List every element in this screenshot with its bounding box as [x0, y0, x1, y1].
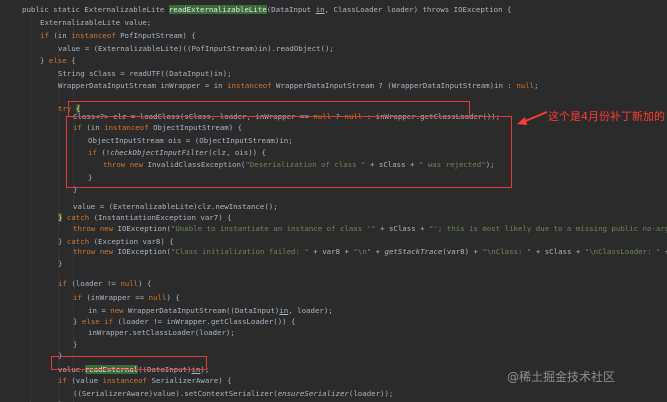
code-token: (var8) + — [442, 247, 483, 256]
annotation-note: 这个是4月份补丁新加的 — [548, 110, 665, 123]
code-token: SerializerAware) { — [147, 376, 232, 385]
code-token: WrapperDataInputStream ? (WrapperDataInp… — [271, 81, 517, 90]
code-token: throw new — [73, 247, 114, 256]
code-token: in — [315, 5, 325, 14]
code-token: instanceof — [102, 376, 148, 385]
code-token: public static ExternalizableLite — [22, 5, 169, 14]
code-token: "'; this is most likely due to a missing… — [429, 224, 667, 233]
code-token: ) { — [138, 279, 152, 288]
code-token: ensureSerializer — [277, 389, 349, 398]
code-token: if — [58, 376, 67, 385]
code-line[interactable]: } — [0, 397, 62, 402]
code-editor[interactable]: public static ExternalizableLite readExt… — [0, 0, 667, 402]
highlight-box-loadclass — [68, 101, 470, 117]
code-token: PofInputStream) { — [115, 31, 196, 40]
code-token: null — [120, 279, 139, 288]
code-token: instanceof — [71, 31, 116, 40]
code-token: ) { — [166, 293, 180, 302]
code-token: null — [148, 293, 167, 302]
code-token: "\n" — [353, 247, 372, 256]
code-token: WrapperDataInputStream inWrapper = in — [58, 81, 228, 90]
code-line[interactable]: throw new IOException("Class initializat… — [0, 244, 667, 259]
code-token: "Class initialization failed: " — [170, 247, 309, 256]
code-token: null — [516, 81, 535, 90]
code-token: + sClass + — [375, 224, 429, 233]
highlight-box-readexternal — [51, 356, 207, 370]
code-token: } — [73, 340, 78, 349]
highlight-box-filter-check — [66, 116, 512, 188]
code-token: instanceof — [227, 81, 272, 90]
arrow-icon — [517, 111, 548, 125]
code-line[interactable]: } — [0, 256, 62, 271]
code-line[interactable]: WrapperDataInputStream inWrapper = in in… — [0, 78, 539, 93]
code-token: + var8 + — [308, 247, 354, 256]
code-token: if — [73, 293, 82, 302]
code-token: else — [48, 56, 67, 65]
code-token: IOException( — [113, 247, 171, 256]
code-token: readExternalizableLite — [168, 5, 267, 14]
code-token: (loader)); — [348, 389, 394, 398]
code-token: ExternalizableLite value; — [40, 18, 152, 27]
code-token: (inWrapper == — [81, 293, 149, 302]
code-token: (value — [66, 376, 103, 385]
code-token: if — [40, 31, 49, 40]
code-token: getStackTrace — [384, 247, 443, 256]
code-token: + loader + — [660, 247, 667, 256]
code-token: value = (ExternalizableLite)((PofInputSt… — [58, 44, 334, 53]
watermark: @稀土掘金技术社区 — [507, 370, 616, 384]
code-token: (loader != — [66, 279, 121, 288]
code-token: (DataInput — [266, 5, 316, 14]
code-token: IOException( — [113, 224, 171, 233]
code-token: ; — [534, 81, 539, 90]
code-token: "\nClass: " — [482, 247, 532, 256]
code-token: (in — [48, 31, 72, 40]
code-token: "Unable to instantiate an instance of cl… — [170, 224, 376, 233]
code-token: { — [66, 56, 76, 65]
code-token: , ClassLoader loader) throws IOException… — [324, 5, 512, 14]
code-token: String sClass = readUTF((DataInput)in); — [58, 69, 232, 78]
code-token: ((SerializerAware)value).setContextSeria… — [73, 389, 278, 398]
code-token: if — [58, 279, 67, 288]
code-token: "\nClassLoader: " — [584, 247, 661, 256]
code-token: inWrapper.setClassLoader(loader); — [88, 328, 235, 337]
code-token: } — [58, 259, 63, 268]
code-token: } — [40, 56, 49, 65]
code-line[interactable]: if (loader != null) { — [0, 276, 151, 291]
code-token: throw new — [73, 224, 114, 233]
code-token: + sClass + — [531, 247, 585, 256]
code-token: + — [371, 247, 385, 256]
